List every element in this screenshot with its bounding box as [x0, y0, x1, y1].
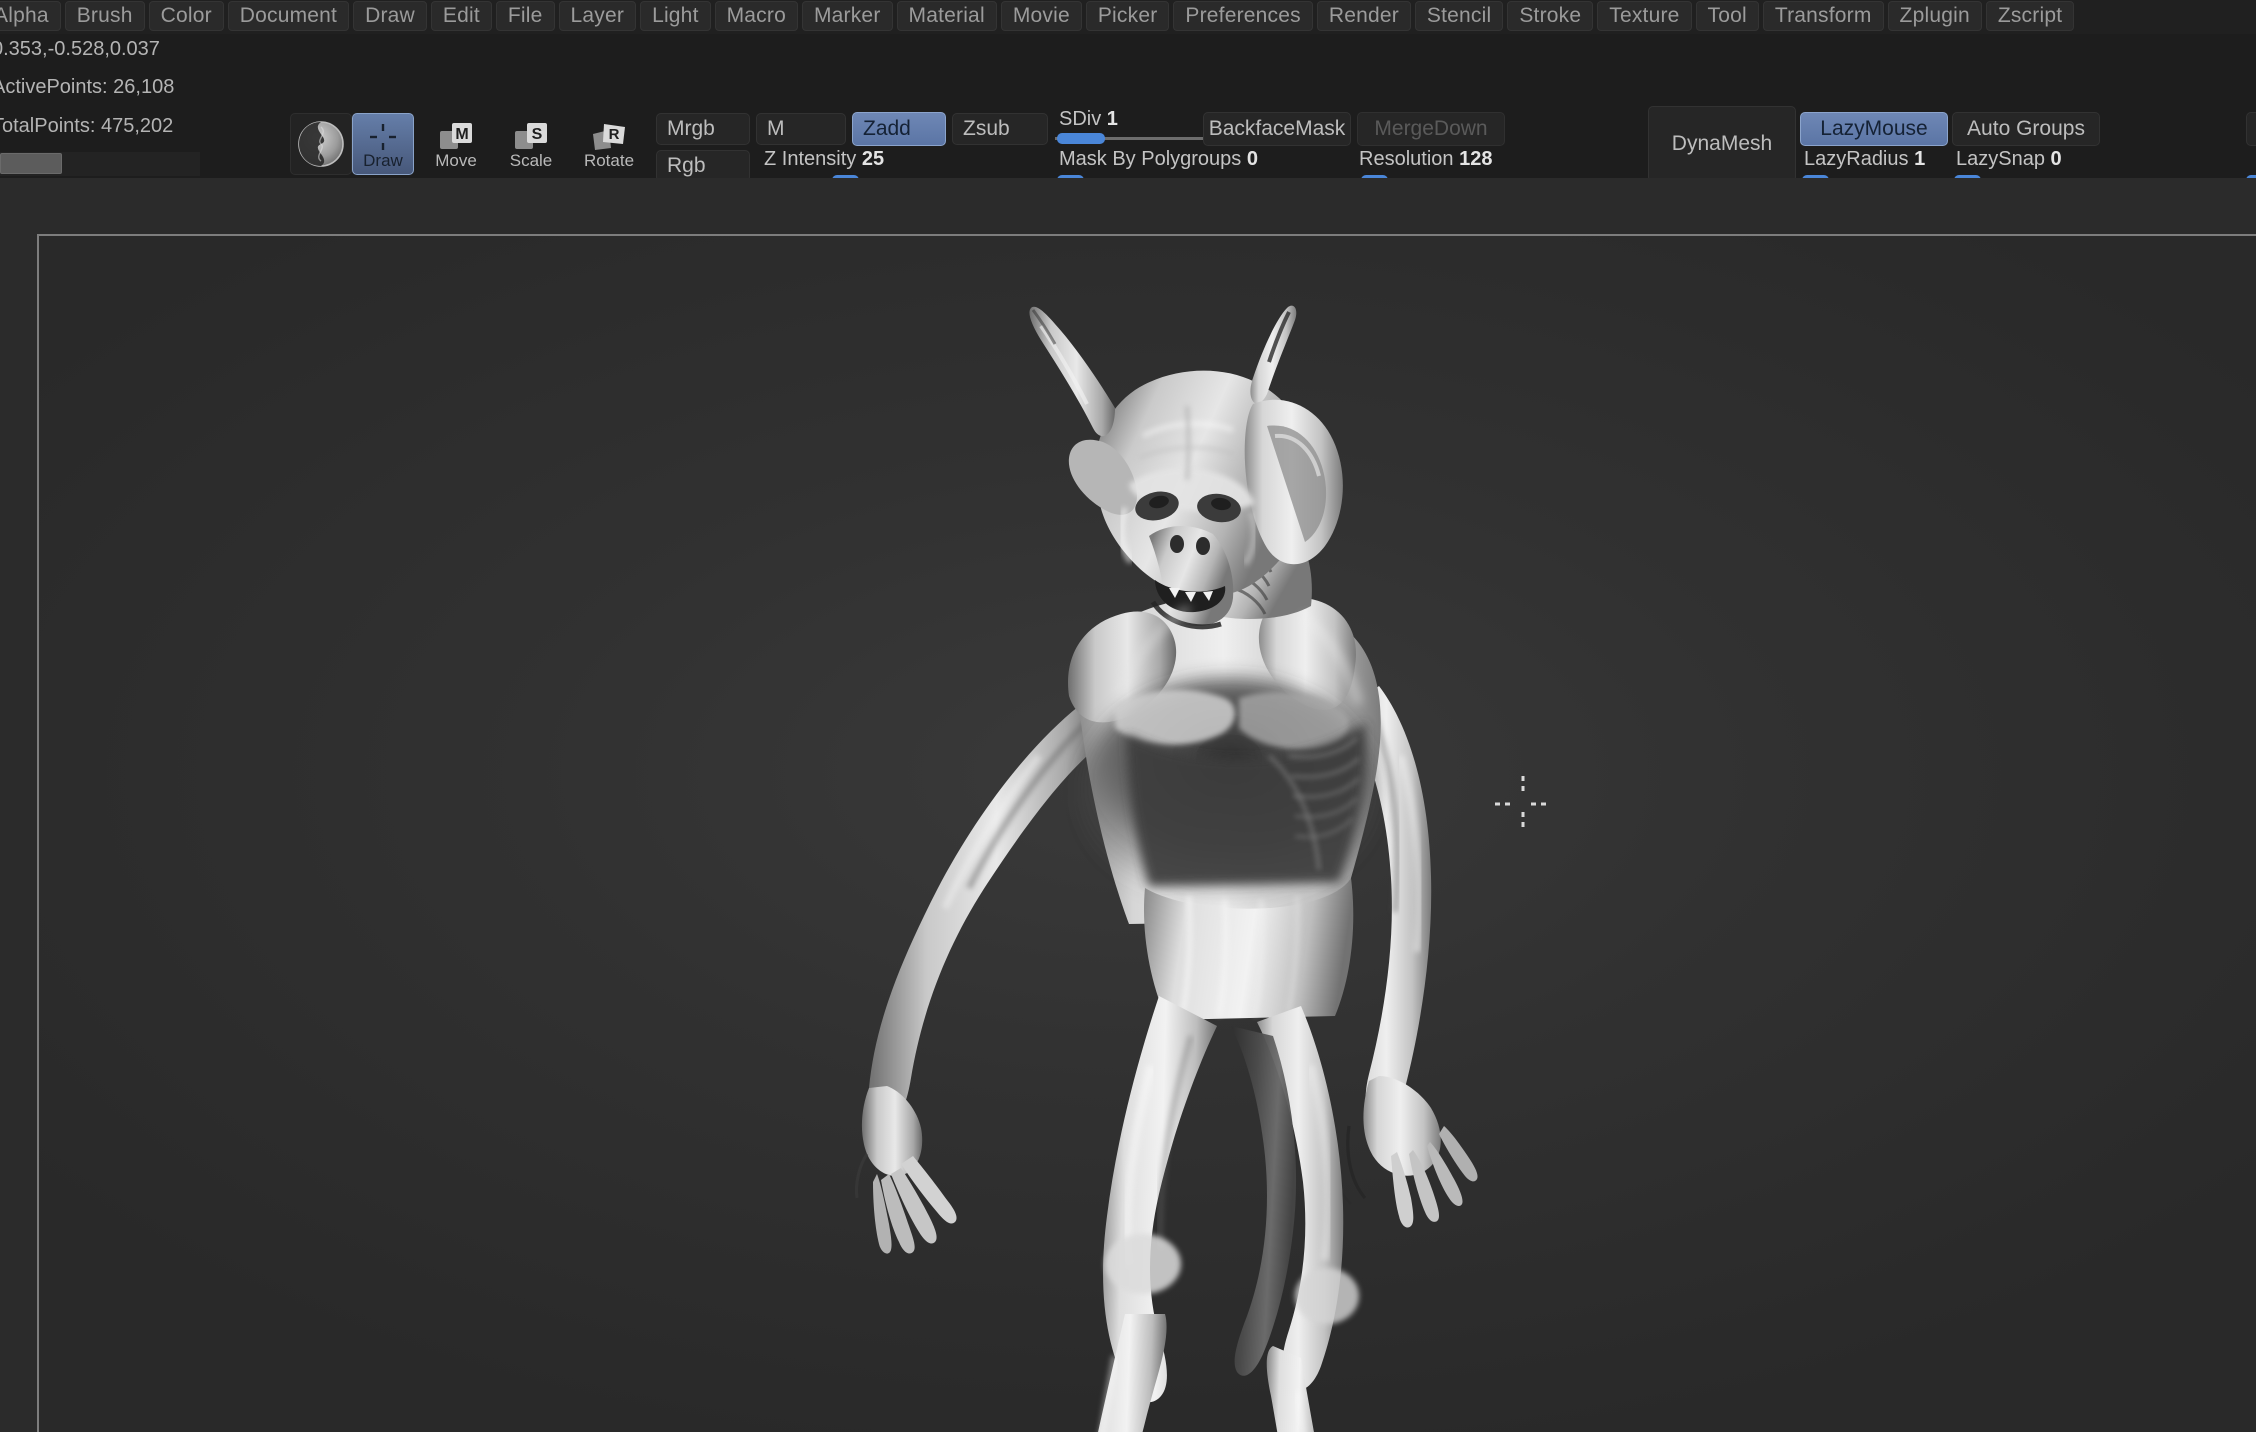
- menu-item-tool[interactable]: Tool: [1695, 1, 1759, 31]
- resolution-slider[interactable]: Resolution 128: [1355, 148, 1645, 186]
- zsub-label: Zsub: [963, 117, 1010, 140]
- scale-mode-label: Scale: [509, 151, 553, 170]
- menu-item-transform[interactable]: Transform: [1762, 1, 1884, 31]
- merge-down-label: MergeDown: [1374, 117, 1488, 140]
- lazy-mouse-button[interactable]: LazyMouse: [1800, 112, 1948, 146]
- menu-item-stroke[interactable]: Stroke: [1507, 1, 1594, 31]
- menu-item-picker[interactable]: Picker: [1085, 1, 1170, 31]
- sculpt-viewport[interactable]: [37, 234, 2256, 1432]
- menu-item-zplugin[interactable]: Zplugin: [1887, 1, 1982, 31]
- menu-item-draw[interactable]: Draw: [353, 1, 427, 31]
- zadd-label: Zadd: [863, 117, 911, 140]
- auto-groups-label: Auto Groups: [1967, 117, 2085, 140]
- rotate-mode-label: Rotate: [583, 151, 635, 170]
- lazy-snap-value: 0: [2050, 148, 2062, 170]
- menu-item-layer[interactable]: Layer: [558, 1, 637, 31]
- lazy-radius-slider[interactable]: LazyRadius 1: [1800, 148, 1944, 186]
- lazy-snap-slider[interactable]: LazySnap 0: [1952, 148, 2096, 186]
- menu-item-light[interactable]: Light: [640, 1, 711, 31]
- svg-text:S: S: [532, 126, 543, 143]
- menu-item-preferences[interactable]: Preferences: [1173, 1, 1313, 31]
- z-intensity-value: 25: [861, 148, 885, 170]
- left-shelf-scroll-thumb[interactable]: [0, 153, 62, 174]
- scale-s-icon: S: [501, 120, 561, 154]
- svg-text:R: R: [609, 126, 620, 143]
- sdiv-knob[interactable]: [1057, 133, 1105, 144]
- m-label: M: [767, 117, 785, 140]
- auto-groups-button[interactable]: Auto Groups: [1952, 112, 2100, 146]
- menu-item-movie[interactable]: Movie: [1000, 1, 1082, 31]
- m-button[interactable]: M: [756, 113, 846, 145]
- crosshair-icon: [353, 120, 413, 154]
- scale-mode-button[interactable]: S Scale: [500, 113, 562, 175]
- mrgb-label: Mrgb: [667, 117, 715, 140]
- backface-mask-button[interactable]: BackfaceMask: [1203, 112, 1351, 146]
- menu-item-file[interactable]: File: [495, 1, 555, 31]
- resolution-value: 128: [1459, 148, 1493, 170]
- dynamesh-label: DynaMesh: [1671, 132, 1773, 155]
- clipped-right-button[interactable]: [2246, 112, 2256, 146]
- brush-thumbnail-icon: [298, 121, 344, 167]
- menu-item-color[interactable]: Color: [148, 1, 224, 31]
- z-intensity-slider[interactable]: Z Intensity 25: [760, 148, 1050, 186]
- zadd-button[interactable]: Zadd: [852, 112, 946, 146]
- rotate-r-icon: R: [579, 120, 639, 154]
- lazy-radius-value: 1: [1914, 148, 1926, 170]
- mask-by-polygroups-slider[interactable]: Mask By Polygroups 0: [1055, 148, 1355, 186]
- move-mode-button[interactable]: M Move: [425, 113, 487, 175]
- clipped-right-slider[interactable]: [2246, 148, 2256, 186]
- menu-item-marker[interactable]: Marker: [801, 1, 893, 31]
- mask-by-polygroups-label: Mask By Polygroups: [1059, 148, 1242, 170]
- top-shelf-toolbar: Draw M Move S Scale R Rotate Mrgb Rgb M …: [0, 40, 2256, 186]
- sdiv-slider[interactable]: SDiv 1: [1055, 108, 1215, 144]
- z-intensity-label: Z Intensity: [764, 148, 857, 170]
- menu-item-document[interactable]: Document: [227, 1, 350, 31]
- move-m-icon: M: [426, 120, 486, 154]
- demon-sculpt-render: [855, 305, 1478, 1432]
- dynamesh-button[interactable]: DynaMesh: [1648, 106, 1796, 182]
- canvas-area: [0, 178, 2256, 1432]
- draw-mode-button[interactable]: Draw: [352, 113, 414, 175]
- lazy-radius-label: LazyRadius: [1804, 148, 1909, 170]
- menu-item-zscript[interactable]: Zscript: [1985, 1, 2075, 31]
- menu-item-texture[interactable]: Texture: [1597, 1, 1692, 31]
- resolution-label: Resolution: [1359, 148, 1454, 170]
- rgb-label: Rgb: [667, 154, 706, 177]
- rotate-mode-button[interactable]: R Rotate: [578, 113, 640, 175]
- sdiv-label: SDiv: [1059, 108, 1102, 130]
- merge-down-button[interactable]: MergeDown: [1357, 112, 1505, 146]
- menu-item-alpha[interactable]: Alpha: [0, 1, 61, 31]
- backface-mask-label: BackfaceMask: [1208, 117, 1346, 140]
- current-brush-preview[interactable]: [290, 113, 352, 175]
- menu-item-brush[interactable]: Brush: [64, 1, 145, 31]
- lazy-snap-label: LazySnap: [1956, 148, 2045, 170]
- zbrush-application-window: Alpha Brush Color Document Draw Edit File Layer…: [0, 0, 2256, 1432]
- draw-mode-label: Draw: [363, 151, 403, 170]
- mask-by-polygroups-value: 0: [1246, 148, 1258, 170]
- demon-creature-model[interactable]: [39, 236, 2256, 1432]
- mrgb-button[interactable]: Mrgb: [656, 113, 750, 145]
- menu-item-macro[interactable]: Macro: [714, 1, 798, 31]
- svg-text:M: M: [455, 126, 468, 143]
- move-mode-label: Move: [435, 151, 477, 170]
- menu-item-render[interactable]: Render: [1316, 1, 1411, 31]
- lazy-mouse-label: LazyMouse: [1820, 117, 1928, 140]
- menu-item-edit[interactable]: Edit: [430, 1, 492, 31]
- sdiv-value: 1: [1106, 108, 1118, 130]
- menu-item-material[interactable]: Material: [896, 1, 997, 31]
- main-menu-bar: Alpha Brush Color Document Draw Edit File Layer…: [0, 0, 2256, 34]
- zsub-button[interactable]: Zsub: [952, 113, 1048, 145]
- menu-item-stencil[interactable]: Stencil: [1414, 1, 1504, 31]
